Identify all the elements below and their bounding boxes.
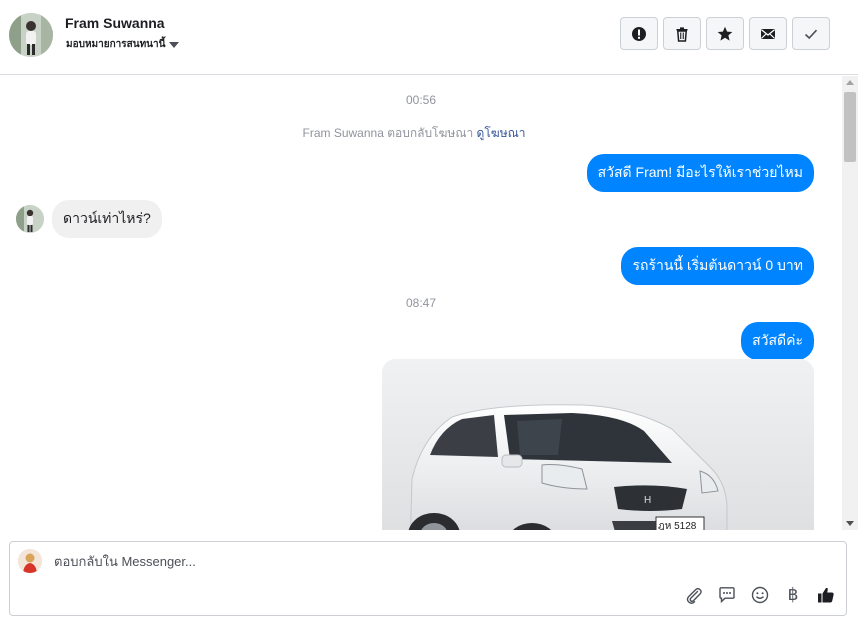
thread-scrollbar[interactable] [842,76,858,530]
outgoing-message[interactable]: รถร้านนี้ เริ่มต้นดาวน์ 0 บาท [621,247,814,285]
trash-icon [676,26,688,42]
ad-reply-text: Fram Suwanna ตอบกลับโฆษณา [302,126,474,140]
timestamp: 00:56 [405,93,437,107]
header-actions [620,17,830,50]
ad-reply-notice: Fram Suwanna ตอบกลับโฆษณา ดูโฆษณา [0,124,828,143]
license-plate: ฎห 5128 [658,521,697,530]
page-avatar [18,549,42,573]
thumbs-up-icon [818,587,834,603]
delete-button[interactable] [663,17,701,50]
incoming-message[interactable]: ดาวน์เท่าไหร่? [52,200,162,238]
saved-replies-button[interactable] [717,585,737,605]
timestamp: 08:47 [405,296,437,310]
paperclip-icon [686,587,702,604]
check-icon [804,29,818,39]
avatar[interactable] [9,13,53,57]
assign-conversation-dropdown[interactable]: มอบหมายการสนทนานี้ [66,37,180,52]
composer-tools: ฿ [684,585,836,605]
reply-input[interactable] [54,554,674,569]
attach-file-button[interactable] [684,585,704,605]
emoji-button[interactable] [750,585,770,605]
car-badge: H [644,495,651,506]
scroll-up-arrow-icon[interactable] [846,80,854,85]
payment-button[interactable]: ฿ [783,585,803,605]
view-ad-link[interactable]: ดูโฆษณา [477,126,526,140]
saved-reply-icon [719,587,735,604]
car-photo-attachment[interactable]: H ฎห 5128 [382,359,814,530]
scroll-thumb[interactable] [844,92,856,162]
mark-unread-button[interactable] [749,17,787,50]
message-thread[interactable]: 00:56 Fram Suwanna ตอบกลับโฆษณา ดูโฆษณา … [0,76,842,530]
spam-icon [632,26,646,41]
star-icon [717,26,733,41]
send-like-button[interactable] [816,585,836,605]
outgoing-message[interactable]: สวัสดี Fram! มีอะไรให้เราช่วยไหม [586,154,814,192]
conversation-header: Fram Suwanna มอบหมายการสนทนานี้ [0,0,858,75]
outgoing-message[interactable]: สวัสดีค่ะ [741,322,814,360]
mark-spam-button[interactable] [620,17,658,50]
mark-done-button[interactable] [792,17,830,50]
baht-icon: ฿ [787,585,799,605]
contact-name[interactable]: Fram Suwanna [65,15,165,31]
mail-icon [761,28,775,39]
star-button[interactable] [706,17,744,50]
contact-avatar[interactable] [16,205,44,233]
scroll-down-arrow-icon[interactable] [846,521,854,526]
assign-label: มอบหมายการสนทนานี้ [66,39,166,50]
caret-down-icon [169,41,180,48]
emoji-icon [751,586,769,604]
message-composer: ฿ [9,541,847,616]
